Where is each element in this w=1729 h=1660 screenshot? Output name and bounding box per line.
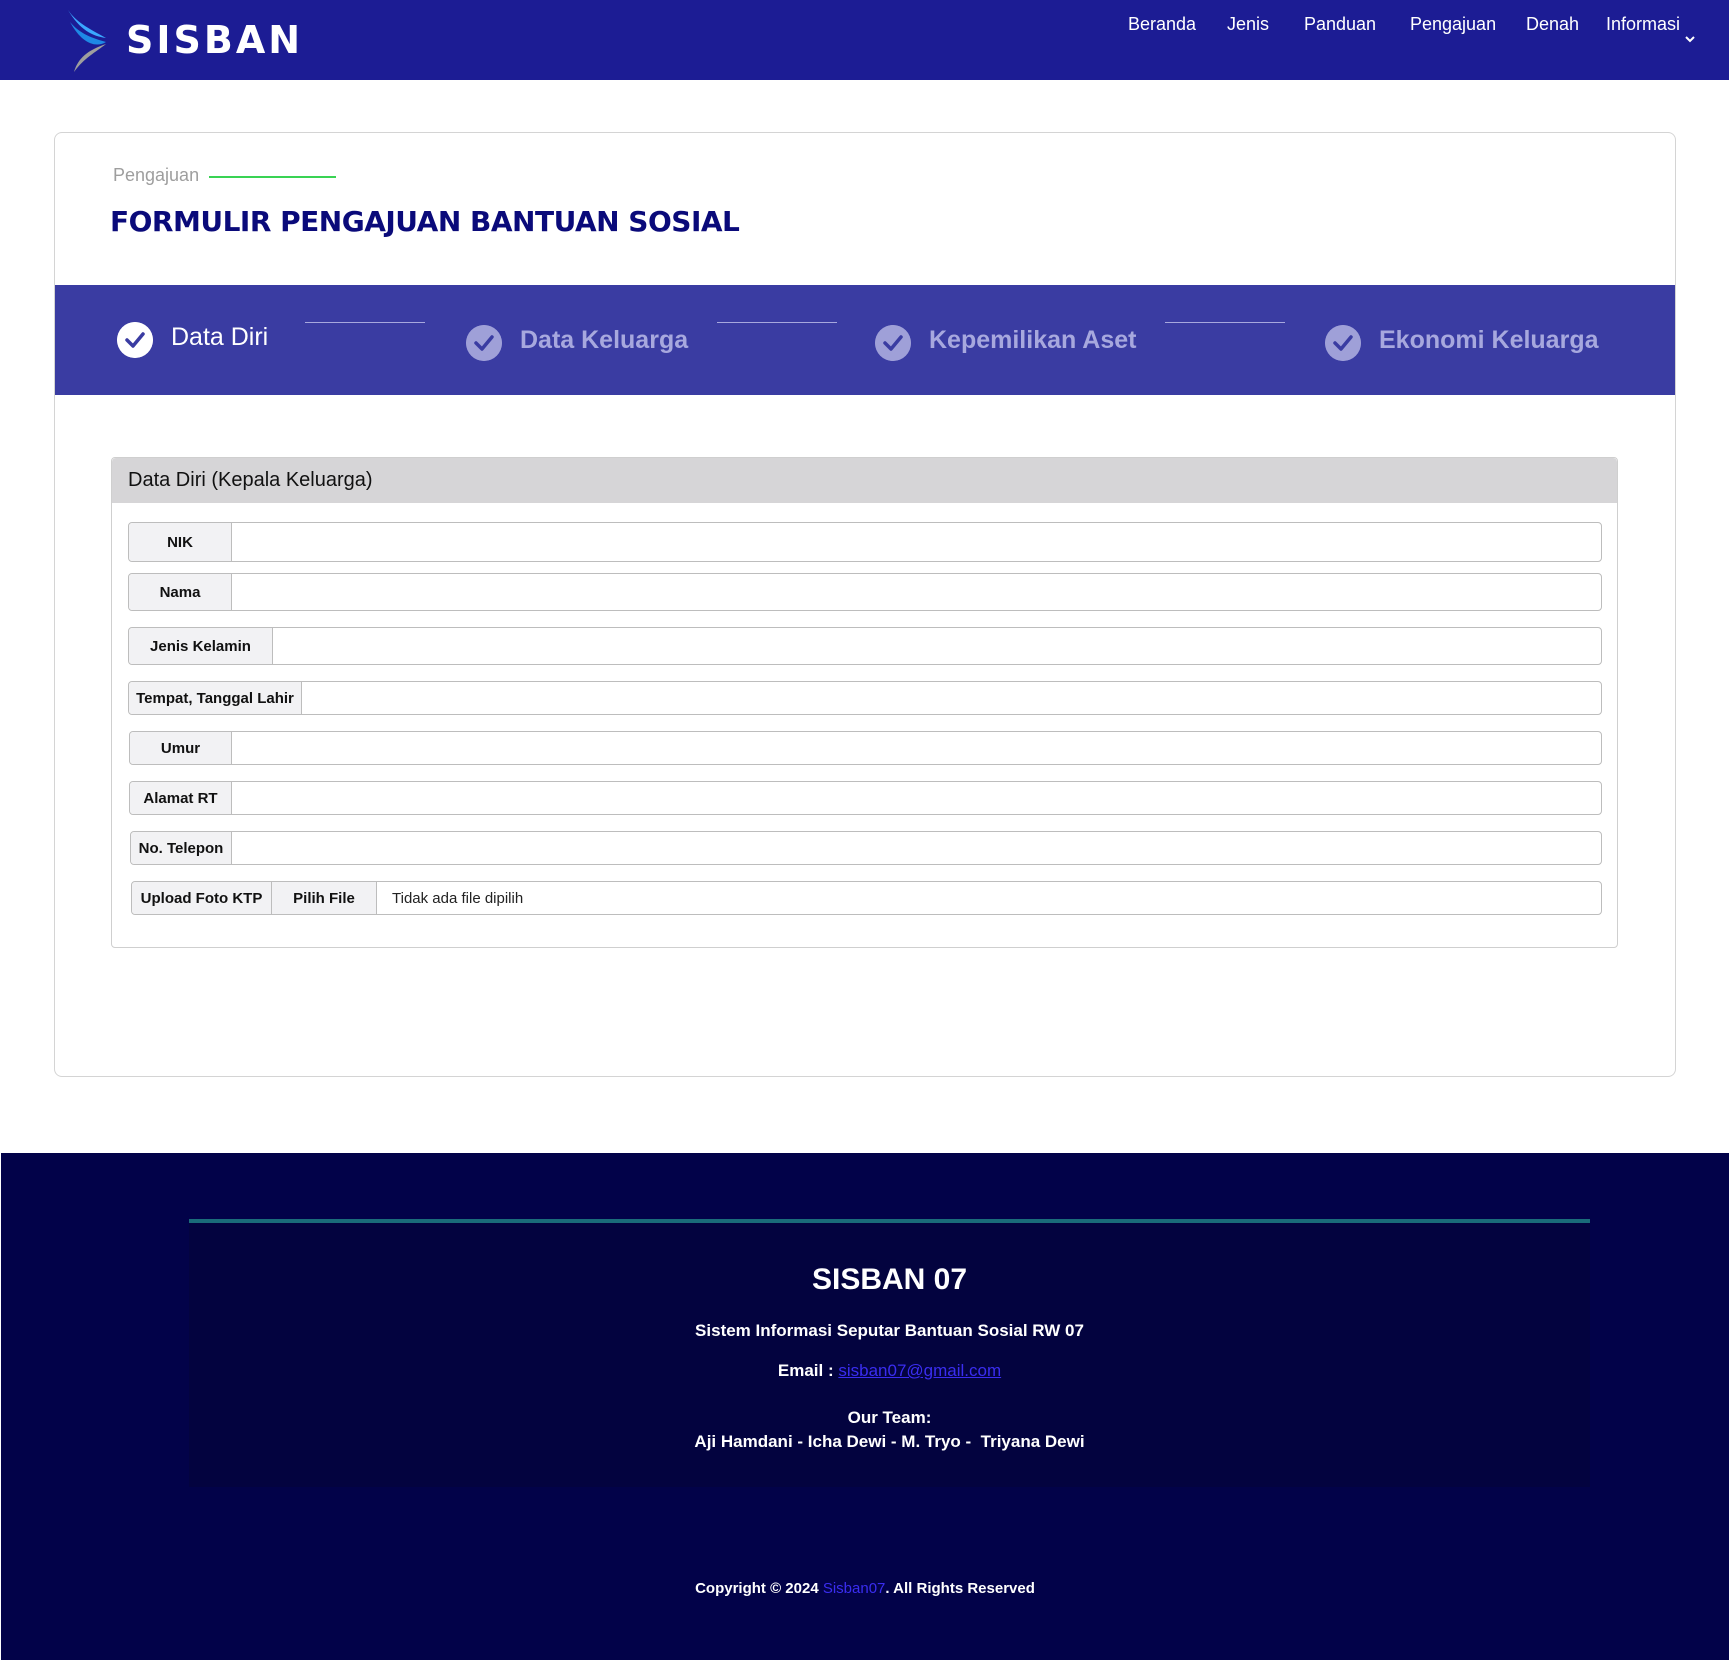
- nik-input[interactable]: [232, 523, 1601, 561]
- umur-input[interactable]: [232, 732, 1601, 764]
- footer-info-box: SISBAN 07 Sistem Informasi Seputar Bantu…: [189, 1219, 1590, 1487]
- alamat-field: Alamat RT: [129, 781, 1602, 815]
- check-circle-icon: [1325, 325, 1361, 361]
- page-title: FORMULIR PENGAJUAN BANTUAN SOSIAL: [110, 205, 740, 238]
- ttl-input[interactable]: [302, 682, 1601, 714]
- umur-label: Umur: [130, 732, 232, 764]
- step-label: Data Keluarga: [520, 326, 689, 354]
- data-diri-panel: Data Diri (Kepala Keluarga) NIK Nama Jen…: [111, 457, 1618, 948]
- telepon-label: No. Telepon: [131, 832, 232, 864]
- sisban-logo-icon[interactable]: [62, 8, 110, 74]
- upload-ktp-label: Upload Foto KTP: [132, 882, 272, 914]
- panel-title: Data Diri (Kepala Keluarga): [128, 469, 373, 491]
- email-link[interactable]: sisban07@gmail.com: [838, 1361, 1001, 1380]
- copyright-prefix: Copyright © 2024: [695, 1580, 819, 1597]
- ttl-label: Tempat, Tanggal Lahir: [129, 682, 302, 714]
- telepon-field: No. Telepon: [130, 831, 1602, 865]
- section-eyebrow: Pengajuan: [113, 165, 200, 185]
- email-label: Email :: [777, 1361, 834, 1380]
- copyright: Copyright © 2024 Sisban07. All Rights Re…: [1, 1580, 1729, 1597]
- nama-label: Nama: [129, 574, 232, 610]
- nav-beranda[interactable]: Beranda: [1128, 14, 1196, 35]
- ttl-field: Tempat, Tanggal Lahir: [128, 681, 1602, 715]
- check-circle-icon: [466, 325, 502, 361]
- brand-name[interactable]: SISBAN: [126, 18, 303, 62]
- nama-input[interactable]: [232, 574, 1601, 610]
- copyright-suffix: . All Rights Reserved: [885, 1580, 1035, 1597]
- copyright-brand-link[interactable]: Sisban07: [823, 1580, 886, 1597]
- alamat-label: Alamat RT: [130, 782, 232, 814]
- jenis-kelamin-label: Jenis Kelamin: [129, 628, 273, 664]
- footer-email: Email : sisban07@gmail.com: [189, 1361, 1590, 1381]
- alamat-input[interactable]: [232, 782, 1601, 814]
- footer-subtitle: Sistem Informasi Seputar Bantuan Sosial …: [695, 1321, 1084, 1340]
- nav-jenis[interactable]: Jenis: [1227, 14, 1269, 35]
- team-label: Our Team:: [847, 1408, 932, 1427]
- check-circle-icon: [117, 322, 153, 358]
- step-connector: [717, 322, 837, 323]
- nama-field: Nama: [128, 573, 1602, 611]
- upload-ktp-field: Upload Foto KTP Pilih File Tidak ada fil…: [131, 881, 1602, 915]
- nav-panduan[interactable]: Panduan: [1304, 14, 1376, 35]
- choose-file-button[interactable]: Pilih File: [272, 882, 377, 914]
- step-connector: [1165, 322, 1285, 323]
- footer: SISBAN 07 Sistem Informasi Seputar Bantu…: [1, 1153, 1729, 1660]
- nav-pengajuan[interactable]: Pengajuan: [1410, 14, 1496, 35]
- step-label: Kepemilikan Aset: [929, 326, 1137, 354]
- umur-field: Umur: [129, 731, 1602, 765]
- check-circle-icon: [875, 325, 911, 361]
- jenis-kelamin-input[interactable]: [273, 628, 1601, 664]
- form-card: Pengajuan FORMULIR PENGAJUAN BANTUAN SOS…: [54, 132, 1676, 1077]
- navbar: SISBAN Beranda Jenis Panduan Pengajuan D…: [0, 0, 1729, 80]
- footer-title: SISBAN 07: [811, 1263, 968, 1296]
- step-label: Data Diri: [171, 323, 269, 351]
- nik-field: NIK: [128, 522, 1602, 562]
- team-members: Aji Hamdani - Icha Dewi - M. Tryo - Triy…: [694, 1432, 1085, 1451]
- file-status: Tidak ada file dipilih: [392, 889, 524, 907]
- jenis-kelamin-field: Jenis Kelamin: [128, 627, 1602, 665]
- chevron-down-icon[interactable]: [1684, 34, 1696, 44]
- eyebrow-divider: [209, 176, 336, 178]
- telepon-input[interactable]: [232, 832, 1601, 864]
- panel-header: Data Diri (Kepala Keluarga): [112, 458, 1617, 503]
- step-label: Ekonomi Keluarga: [1379, 326, 1599, 354]
- step-connector: [305, 322, 425, 323]
- nik-label: NIK: [129, 523, 232, 561]
- nav-denah[interactable]: Denah: [1526, 14, 1579, 35]
- nav-informasi[interactable]: Informasi: [1606, 14, 1680, 35]
